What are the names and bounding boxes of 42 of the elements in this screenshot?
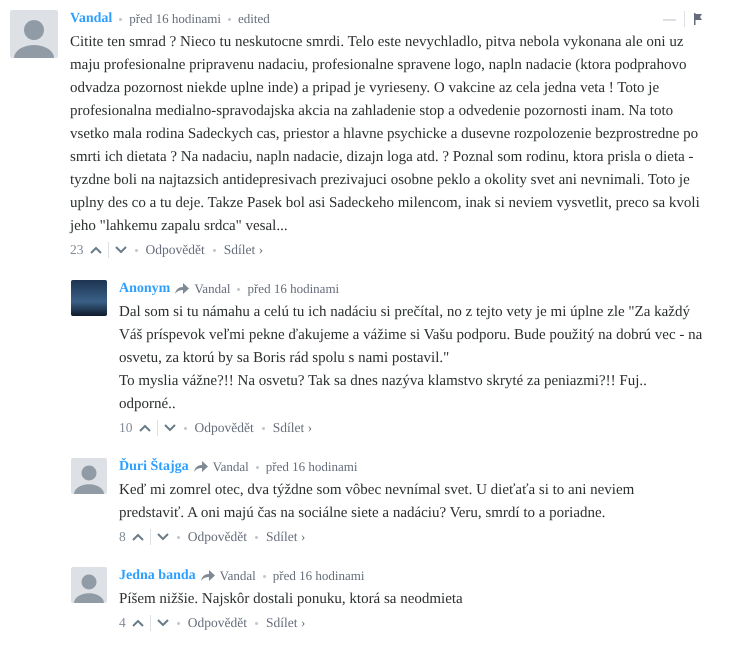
- comment-text: Keď mi zomrel otec, dva týždne som vôbec nevnímal svet. U dieťaťa si to ani neviem predstaviť. A oni majú čas na sociálne siete a nadáciu? Veru, smrdí to a poriadne.: [119, 481, 636, 523]
- vote-count: 4: [119, 615, 126, 631]
- reply-to-link[interactable]: Vandal: [194, 281, 230, 297]
- vote-count: 23: [70, 242, 84, 258]
- reply-arrow-icon: [175, 283, 190, 295]
- reply-link[interactable]: Odpovědět: [188, 529, 247, 545]
- reply-link[interactable]: Odpovědět: [146, 242, 205, 258]
- vote-count: 10: [119, 420, 132, 436]
- reply-link[interactable]: Odpovědět: [188, 615, 247, 631]
- upvote-icon[interactable]: [132, 533, 144, 541]
- timestamp[interactable]: před 16 hodinami: [247, 281, 340, 297]
- downvote-icon[interactable]: [114, 246, 126, 254]
- upvote-icon[interactable]: [90, 246, 102, 254]
- timestamp[interactable]: před 16 hodinami: [266, 459, 358, 475]
- comment-text: Dal som si tu námahu a celú tu ich nadáciu si prečítal, no z tejto vety je mi úplne zle "Za každý Váš príspevok veľmi pekne ďakujeme a vážime si Vašu podporu. Bude použitý na dobrú vec - na osvetu, za ktorú by sa Boris rád spolu s nami postavil.": [119, 303, 703, 368]
- reply-link[interactable]: Odpovědět: [194, 420, 254, 436]
- share-link[interactable]: Sdílet ›: [266, 529, 306, 545]
- collapse-button[interactable]: —: [663, 11, 676, 27]
- author-link[interactable]: Ďuri Štajga: [119, 459, 189, 475]
- flag-icon[interactable]: [693, 13, 703, 25]
- reply-arrow-icon: [200, 570, 215, 582]
- vote-count: 8: [119, 529, 126, 545]
- reply-to-link[interactable]: Vandal: [212, 459, 249, 475]
- upvote-icon[interactable]: [138, 424, 150, 432]
- downvote-icon[interactable]: [164, 424, 176, 432]
- edited-label: edited: [238, 11, 270, 27]
- author-link[interactable]: Jedna banda: [119, 568, 196, 584]
- timestamp[interactable]: před 16 hodinami: [129, 11, 222, 27]
- comment-text: Citite ten smrad ? Nieco tu neskutocne smrdi. Telo este nevychladlo, pitva nebola vykonana ale oni uz maju profesionalne pripravenu nadaciu, profesionalne spravene logo, napln nadacie (ktora podprahovo odvadza pozornost niekde uplne inde) a pripad je vyrieseny. O vakcine az cela jedna veta ! Toto je profesionalna medialno-spravodajska akcia na zahladenie stop a odvedenie pozornosti inam. Na toto vsetko mala rodina Sadeckych cas, priestor a hlavne psychicke a dusevne rozpolozenie bezprostredne po smrti ich dietata ? Na nadaciu, napln nadacie, dizajn loga atd. ? Poznal som rodinu, ktora prisla o dieta - tyzdne boli na najtazsich antidepresivach prezivajuci osobne peklo a okolity svet ani nevnimali. Toto je uplny des co a tu deje. Takze Pasek bol asi Sadeckeho milencom, inak si neviem vysvetlit, preco sa kvoli jeho "lahkemu zapalu srdca" vesal...: [70, 33, 701, 236]
- share-link[interactable]: Sdílet ›: [266, 615, 306, 631]
- share-link[interactable]: Sdílet ›: [224, 242, 264, 258]
- timestamp[interactable]: před 16 hodinami: [272, 568, 364, 584]
- comment-text: To myslia vážne?!! Na osvetu? Tak sa dnes nazýva klamstvo skryté za peniazmi?!! Fuj.. odporné..: [119, 372, 648, 414]
- reply-arrow-icon: [194, 461, 208, 473]
- author-link[interactable]: Anonym: [119, 281, 170, 297]
- downvote-icon[interactable]: [156, 619, 169, 627]
- upvote-icon[interactable]: [132, 619, 144, 627]
- reply-to-link[interactable]: Vandal: [220, 568, 256, 584]
- comment-text: Píšem nižšie. Najskôr dostali ponuku, ktorá sa neodmieta: [119, 590, 464, 609]
- share-link[interactable]: Sdílet ›: [272, 420, 312, 436]
- author-link[interactable]: Vandal: [70, 11, 112, 27]
- downvote-icon[interactable]: [156, 533, 169, 541]
